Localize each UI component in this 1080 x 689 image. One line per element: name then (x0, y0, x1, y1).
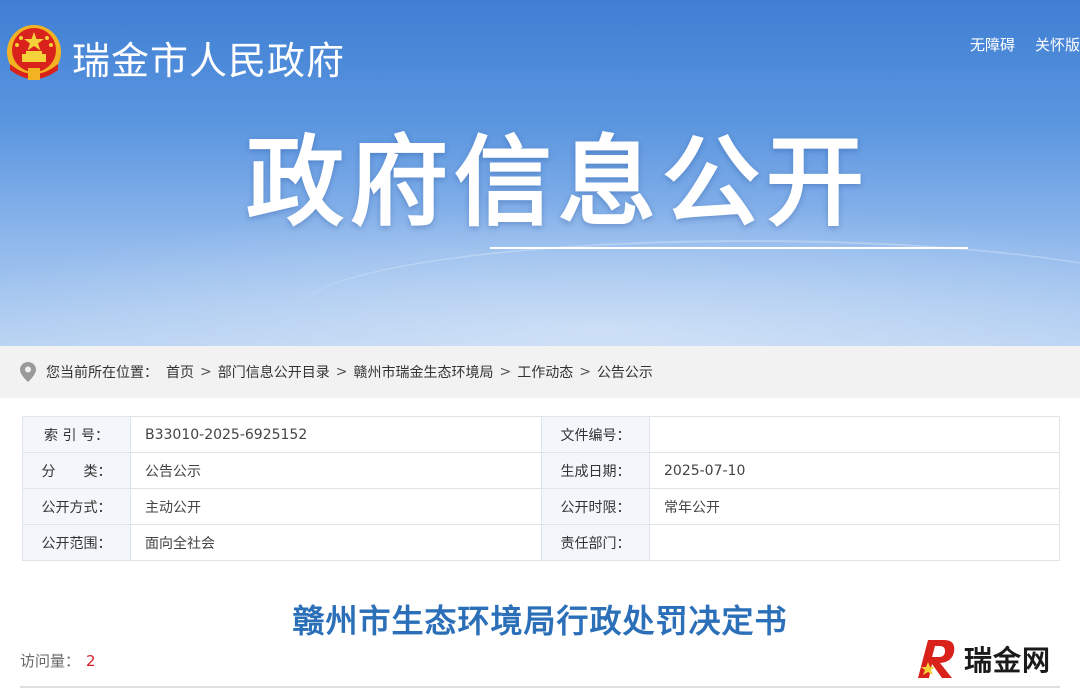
national-emblem-icon[interactable] (4, 22, 64, 84)
site-name[interactable]: 瑞金市人民政府 (72, 30, 345, 85)
disclosure-method-label: 公开方式： (22, 488, 131, 525)
document-info-table: 索 引 号： B33010-2025-6925152 文件编号： 分 类： 公告… (22, 416, 1060, 561)
responsible-dept-value (649, 524, 1060, 561)
table-row: 分 类： 公告公示 生成日期： 2025-07-10 (22, 452, 1060, 489)
breadcrumb-separator: > (335, 364, 348, 380)
breadcrumb-bureau[interactable]: 赣州市瑞金生态环境局 (353, 362, 493, 382)
table-row: 公开范围： 面向全社会 责任部门： (22, 524, 1060, 561)
created-date-label: 生成日期： (541, 452, 650, 489)
watermark-logo: 瑞金网 (912, 636, 1072, 682)
breadcrumb-dept-catalog[interactable]: 部门信息公开目录 (218, 362, 330, 382)
visit-count-label: 访问量： (20, 652, 81, 670)
breadcrumb-announcements[interactable]: 公告公示 (597, 362, 653, 382)
breadcrumb-work-news[interactable]: 工作动态 (517, 362, 573, 382)
location-pin-icon (20, 362, 36, 382)
index-number-value: B33010-2025-6925152 (130, 416, 542, 453)
banner-title-underline (490, 247, 968, 249)
category-value: 公告公示 (130, 452, 542, 489)
disclosure-scope-value: 面向全社会 (130, 524, 542, 561)
watermark-text: 瑞金网 (964, 644, 1052, 677)
ruijin-logo-icon (918, 640, 955, 678)
index-number-label: 索 引 号： (22, 416, 131, 453)
banner-title: 政府信息公开 (246, 126, 871, 240)
responsible-dept-label: 责任部门： (541, 524, 650, 561)
disclosure-period-label: 公开时限： (541, 488, 650, 525)
breadcrumb-separator: > (499, 364, 512, 380)
created-date-value: 2025-07-10 (649, 452, 1060, 489)
breadcrumb-separator: > (579, 364, 591, 380)
disclosure-scope-label: 公开范围： (22, 524, 131, 561)
top-links: 无障碍 关怀版 (970, 34, 1080, 55)
disclosure-period-value: 常年公开 (649, 488, 1060, 525)
accessibility-link[interactable]: 无障碍 (970, 34, 1015, 55)
breadcrumb-home[interactable]: 首页 (166, 362, 194, 382)
visit-count-value: 2 (86, 652, 96, 670)
visit-count: 访问量： 2 (20, 650, 96, 671)
file-number-value (649, 416, 1060, 453)
divider (20, 686, 1060, 688)
category-label: 分 类： (22, 452, 131, 489)
breadcrumb: 您当前所在位置： 首页 > 部门信息公开目录 > 赣州市瑞金生态环境局 > 工作… (0, 346, 1080, 398)
breadcrumb-separator: > (200, 364, 212, 380)
breadcrumb-prefix: 您当前所在位置： (46, 365, 158, 381)
header-banner: 瑞金市人民政府 无障碍 关怀版 政府信息公开 (0, 0, 1080, 346)
care-mode-link[interactable]: 关怀版 (1035, 34, 1080, 55)
table-row: 公开方式： 主动公开 公开时限： 常年公开 (22, 488, 1060, 525)
disclosure-method-value: 主动公开 (130, 488, 542, 525)
file-number-label: 文件编号： (541, 416, 650, 453)
table-row: 索 引 号： B33010-2025-6925152 文件编号： (22, 416, 1060, 453)
